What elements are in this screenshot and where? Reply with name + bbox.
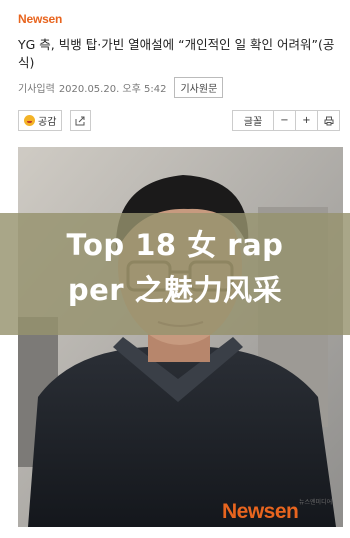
original-article-button[interactable]: 기사원문 — [174, 76, 224, 98]
share-arrow-icon — [75, 116, 85, 126]
font-size-label[interactable]: 글꼴 — [233, 111, 273, 130]
print-icon — [324, 116, 333, 125]
publish-date: 2020.05.20. 오후 5:42 — [58, 83, 167, 95]
watermark-small-text: 뉴스엔미디어 — [299, 499, 333, 506]
newsen-logo[interactable]: Newsen — [18, 12, 62, 26]
font-decrease-button[interactable]: − — [273, 111, 295, 130]
article-photo — [18, 147, 343, 527]
caption-line-1: Top 18 女 rap — [66, 228, 284, 262]
article-headline: YG 측, 빅뱅 탑·가빈 열애설에 “개인적인 일 확인 어려워”(공식) — [18, 37, 335, 70]
share-button[interactable] — [70, 110, 91, 131]
like-button[interactable]: 공감 — [18, 110, 63, 131]
newsen-watermark: Newsen — [222, 500, 299, 523]
article-meta: 기사입력 2020.05.20. 오후 5:42 기사원문 — [18, 76, 224, 98]
font-controls: 글꼴 − + — [232, 110, 340, 131]
date-label: 기사입력 — [18, 83, 55, 95]
font-increase-button[interactable]: + — [295, 111, 317, 130]
like-label: 공감 — [38, 117, 57, 128]
caption-text: Top 18 女 rap per 之魅力风采 — [0, 223, 350, 313]
smiley-emoji-icon — [24, 115, 35, 126]
caption-line-2: per 之魅力风采 — [67, 273, 283, 307]
print-button[interactable] — [317, 111, 339, 130]
article-toolbar: 공감 글꼴 − + — [18, 110, 340, 132]
photo-illustration — [18, 147, 343, 527]
